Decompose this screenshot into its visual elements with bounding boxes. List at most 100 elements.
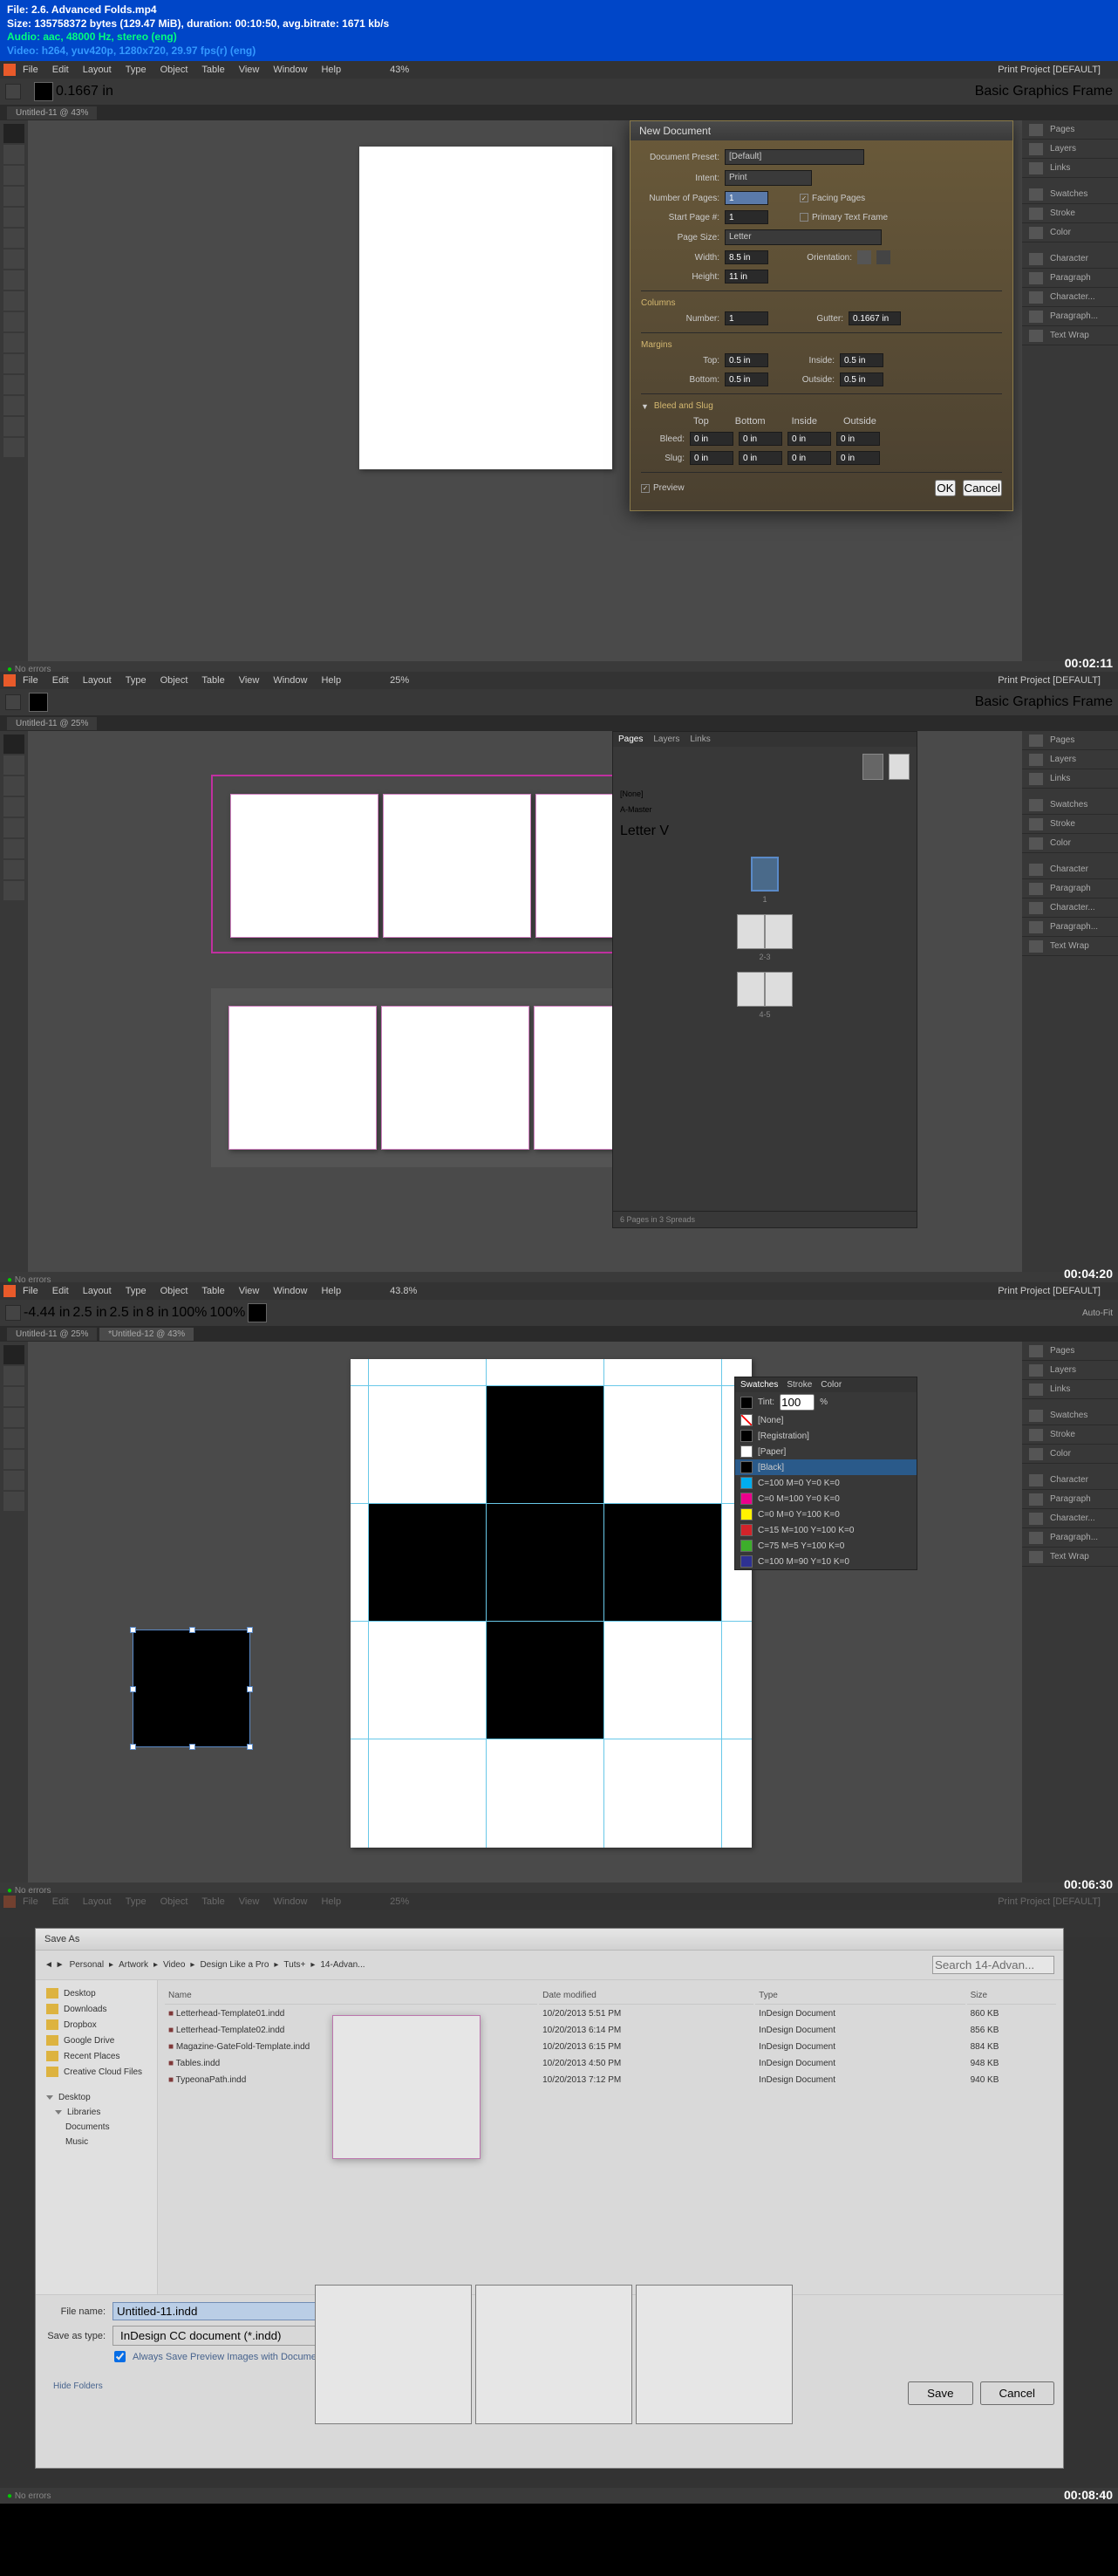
page-size-dropdown[interactable]: Letter V <box>620 823 725 839</box>
tab-links[interactable]: Links <box>1022 769 1118 789</box>
tab-paragraph-styles[interactable]: Paragraph... <box>1022 307 1118 326</box>
zoom-tool[interactable] <box>3 438 24 457</box>
cancel-button[interactable]: Cancel <box>980 2381 1055 2405</box>
selection-tool[interactable] <box>3 1345 24 1364</box>
menu-type[interactable]: Type <box>126 675 147 686</box>
bleed-bottom[interactable] <box>739 432 782 446</box>
gradient-tool[interactable] <box>3 375 24 394</box>
reference-point[interactable] <box>5 84 21 99</box>
x-field[interactable]: -4.44 in <box>24 1305 70 1321</box>
sidebar-dropbox[interactable]: Dropbox <box>41 2017 152 2033</box>
pages-panel-tab-layers[interactable]: Layers <box>653 735 679 744</box>
facing-pages-checkbox[interactable]: ✓ <box>800 194 808 202</box>
tab-pages[interactable]: Pages <box>1022 731 1118 750</box>
tab-text-wrap[interactable]: Text Wrap <box>1022 326 1118 345</box>
always-save-checkbox[interactable] <box>114 2351 126 2362</box>
save-button[interactable]: Save <box>908 2381 972 2405</box>
workspace-selector[interactable]: Print Project [DEFAULT] <box>998 1286 1101 1296</box>
top-input[interactable] <box>725 353 768 367</box>
reference-point[interactable] <box>5 694 21 710</box>
swatches-tab[interactable]: Swatches <box>740 1380 778 1390</box>
doc-tab[interactable]: Untitled-11 @ 43% <box>7 106 97 120</box>
fill-swatch[interactable] <box>248 1303 267 1322</box>
pen-tool[interactable] <box>3 1429 24 1448</box>
tab-paragraph[interactable]: Paragraph <box>1022 269 1118 288</box>
tab-stroke[interactable]: Stroke <box>1022 204 1118 223</box>
h-field[interactable]: 8 in <box>147 1305 169 1321</box>
th-date[interactable]: Date modified <box>539 1987 753 2005</box>
selected-object[interactable] <box>133 1630 250 1747</box>
menu-help[interactable]: Help <box>321 675 341 686</box>
search-input[interactable] <box>932 1956 1054 1974</box>
landscape-icon[interactable] <box>876 250 890 264</box>
fill-swatch[interactable] <box>34 82 53 101</box>
tab-paragraph-styles[interactable]: Paragraph... <box>1022 918 1118 937</box>
pages-panel-tab-pages[interactable]: Pages <box>618 735 643 744</box>
slug-outside[interactable] <box>836 451 880 465</box>
th-name[interactable]: Name <box>165 1987 537 2005</box>
line-tool[interactable] <box>3 229 24 248</box>
sidebar-desktop2[interactable]: Desktop <box>41 2090 152 2105</box>
sidebar-music[interactable]: Music <box>41 2135 152 2149</box>
tab-layers[interactable]: Layers <box>1022 140 1118 159</box>
tab-character[interactable]: Character <box>1022 860 1118 879</box>
canvas[interactable]: New Document Document Preset: [Default] … <box>28 120 1022 661</box>
file-row[interactable]: ■ Magazine-GateFold-Template.indd10/20/2… <box>165 2040 1056 2054</box>
bleed-slug-section[interactable]: Bleed and Slug <box>654 401 713 411</box>
menu-file[interactable]: File <box>23 65 38 75</box>
bleed-inside[interactable] <box>787 432 831 446</box>
menu-object[interactable]: Object <box>160 675 188 686</box>
bottom-input[interactable] <box>725 372 768 386</box>
swatch-row[interactable]: C=0 M=0 Y=100 K=0 <box>735 1507 917 1522</box>
stroke-field[interactable]: 0.1667 in <box>56 84 113 99</box>
ok-button[interactable]: OK <box>935 480 955 496</box>
menu-window[interactable]: Window <box>273 65 307 75</box>
preset-select[interactable]: [Default] <box>725 149 864 165</box>
selection-tool[interactable] <box>3 735 24 754</box>
tab-character-styles[interactable]: Character... <box>1022 899 1118 918</box>
tab-swatches[interactable]: Swatches <box>1022 185 1118 204</box>
canvas[interactable]: Swatches Stroke Color Tint: % [None][Reg… <box>28 1342 1022 1882</box>
width-input[interactable] <box>725 250 768 264</box>
sidebar-recent[interactable]: Recent Places <box>41 2048 152 2064</box>
page-size-select[interactable]: Letter <box>725 229 882 245</box>
page-thumb-1[interactable] <box>751 857 779 892</box>
th-type[interactable]: Type <box>755 1987 965 2005</box>
tab-character-styles[interactable]: Character... <box>1022 288 1118 307</box>
free-transform-tool[interactable] <box>3 354 24 373</box>
pen-tool[interactable] <box>3 249 24 269</box>
menu-table[interactable]: Table <box>201 65 224 75</box>
direct-selection-tool[interactable] <box>3 755 24 775</box>
type-tool[interactable] <box>3 797 24 817</box>
zoom-level[interactable]: 43.8% <box>390 1286 417 1296</box>
file-row[interactable]: ■ Letterhead-Template02.indd10/20/2013 6… <box>165 2023 1056 2038</box>
frame-type-dropdown[interactable]: Basic Graphics Frame <box>975 84 1113 99</box>
menu-table[interactable]: Table <box>201 675 224 686</box>
hide-folders-link[interactable]: Hide Folders <box>53 2381 103 2405</box>
swatch-row[interactable]: C=100 M=0 Y=0 K=0 <box>735 1475 917 1491</box>
color-tab[interactable]: Color <box>821 1380 842 1390</box>
master-none[interactable] <box>862 754 883 780</box>
menu-file[interactable]: File <box>23 675 38 686</box>
frame-type-dropdown[interactable]: Basic Graphics Frame <box>975 694 1113 710</box>
rectangle-tool[interactable] <box>3 1450 24 1469</box>
file-row[interactable]: ■ Tables.indd10/20/2013 4:50 PMInDesign … <box>165 2056 1056 2071</box>
swatch-row[interactable]: C=75 M=5 Y=100 K=0 <box>735 1538 917 1554</box>
direct-selection-tool[interactable] <box>3 1366 24 1385</box>
bleed-top[interactable] <box>690 432 733 446</box>
bleed-outside[interactable] <box>836 432 880 446</box>
rectangle-tool[interactable] <box>3 312 24 331</box>
tab-stroke[interactable]: Stroke <box>1022 815 1118 834</box>
swatch-row[interactable]: [Black] <box>735 1459 917 1475</box>
tab-layers[interactable]: Layers <box>1022 750 1118 769</box>
pages-panel-tab-links[interactable]: Links <box>690 735 710 744</box>
swatch-row[interactable]: [Registration] <box>735 1428 917 1444</box>
sidebar-desktop[interactable]: Desktop <box>41 1985 152 2001</box>
primary-text-checkbox[interactable] <box>800 213 808 222</box>
number-input[interactable] <box>725 311 768 325</box>
doc-tab[interactable]: Untitled-11 @ 25% <box>7 717 97 730</box>
hand-tool[interactable] <box>3 417 24 436</box>
fill-swatch[interactable] <box>29 693 48 712</box>
type-tool[interactable] <box>3 1408 24 1427</box>
swatch-row[interactable]: C=0 M=100 Y=0 K=0 <box>735 1491 917 1507</box>
